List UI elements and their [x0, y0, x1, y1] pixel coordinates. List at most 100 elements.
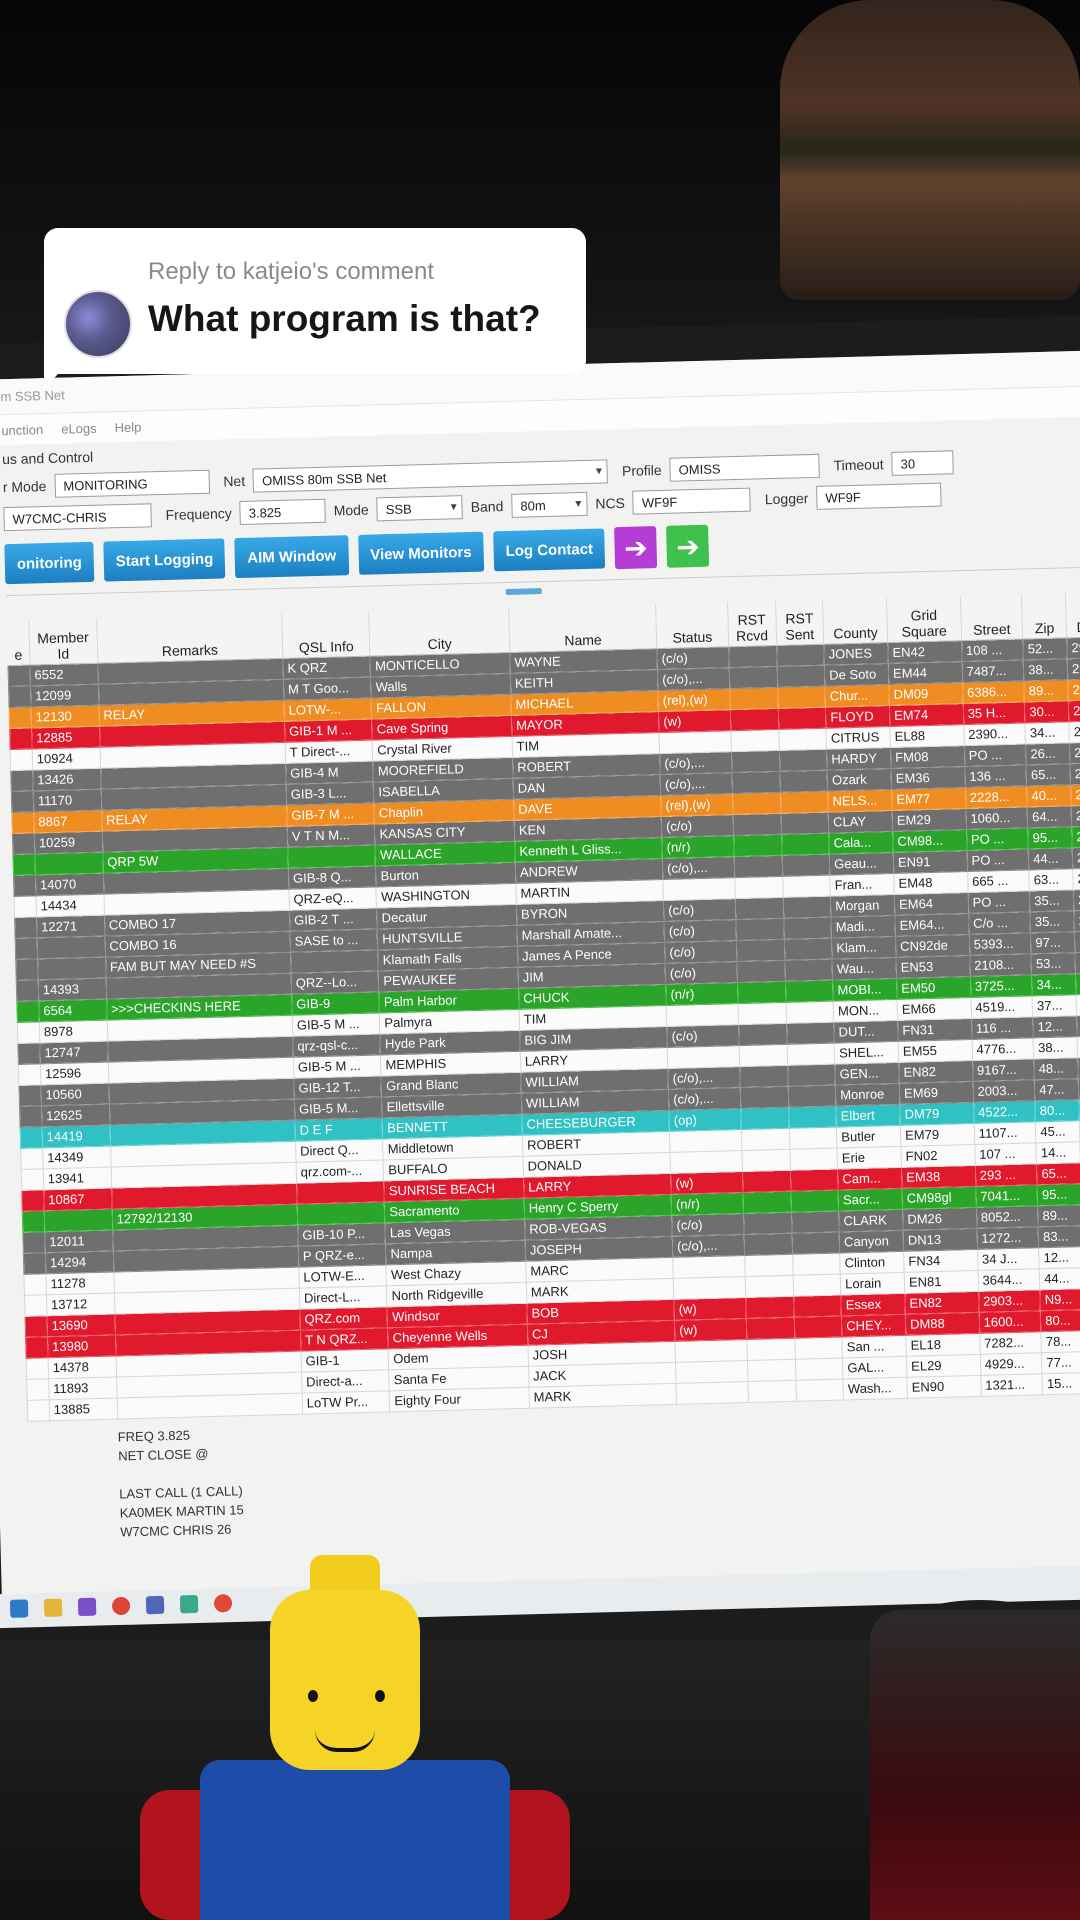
table-cell: LoTW Pr...: [301, 1390, 391, 1414]
table-cell: Cam...: [837, 1166, 903, 1190]
browser-icon[interactable]: [213, 1594, 233, 1613]
table-cell: DN13: [903, 1227, 978, 1251]
table-cell: [793, 1315, 843, 1338]
table-cell: [22, 1210, 45, 1232]
band-select[interactable]: 80m: [511, 491, 588, 518]
column-header[interactable]: County: [822, 598, 888, 644]
table-cell: Eighty Four: [389, 1386, 530, 1412]
table-cell: 8867: [33, 809, 102, 833]
table-cell: (c/o),...: [657, 667, 730, 691]
table-cell: EM36: [891, 766, 966, 790]
table-cell: EM74: [889, 703, 964, 727]
column-header[interactable]: Member Id: [28, 618, 98, 665]
table-cell: 12271: [36, 914, 105, 938]
ncs-field[interactable]: WF9F: [632, 487, 752, 515]
table-cell: 291: [1074, 930, 1080, 953]
logger-field[interactable]: WF9F: [816, 482, 942, 510]
table-cell: [11, 790, 34, 813]
mode-select[interactable]: SSB: [376, 495, 463, 522]
app-icon[interactable]: [179, 1594, 199, 1614]
table-cell: M T Goo...: [283, 676, 372, 700]
browser-icon[interactable]: [111, 1596, 131, 1616]
table-cell: [733, 854, 783, 878]
table-cell: [736, 959, 786, 983]
reply-comment-bubble[interactable]: Reply to katjeio's comment What program …: [44, 228, 586, 374]
splitter-grip[interactable]: [505, 588, 542, 596]
table-cell: [786, 1042, 835, 1065]
table-cell: 4776...: [971, 1037, 1034, 1060]
table-cell: CITRUS: [826, 726, 891, 749]
column-header[interactable]: RST Sent: [775, 599, 824, 645]
table-cell: 4929...: [979, 1352, 1043, 1375]
table-cell: 13712: [46, 1292, 115, 1316]
table-cell: 10259: [34, 830, 103, 854]
column-header[interactable]: Name: [508, 604, 657, 652]
table-cell: [739, 1085, 789, 1109]
callsign-field[interactable]: W7CMC-CHRIS: [3, 503, 152, 532]
table-cell: [15, 958, 39, 980]
log-contact-button[interactable]: Log Contact: [493, 528, 606, 572]
app-icon[interactable]: [145, 1595, 165, 1615]
table-cell: Fran...: [829, 872, 895, 896]
table-cell: [731, 749, 780, 773]
table-cell: qrz-qsl-c...: [292, 1033, 381, 1057]
folder-icon[interactable]: [43, 1598, 63, 1617]
table-cell: 6564: [38, 998, 107, 1022]
table-cell: 136 ...: [964, 764, 1027, 788]
table-cell: 34...: [1031, 973, 1077, 996]
table-cell: 35...: [1029, 889, 1074, 912]
aim-window-button[interactable]: AIM Window: [234, 535, 349, 579]
table-cell: [745, 1295, 794, 1319]
table-cell: [10, 748, 33, 771]
column-header[interactable]: Status: [655, 602, 729, 649]
column-header[interactable]: Grid Square: [886, 596, 962, 643]
table-cell: EN42: [887, 640, 962, 664]
table-cell: [666, 1003, 739, 1026]
table-cell: 14393: [38, 977, 107, 1001]
table-cell: (c/o),...: [662, 856, 735, 880]
table-cell: [738, 1043, 788, 1067]
start-logging-button[interactable]: Start Logging: [103, 538, 226, 582]
column-header[interactable]: DX: [1065, 592, 1080, 638]
table-cell: 64...: [1027, 805, 1072, 828]
view-monitors-button[interactable]: View Monitors: [357, 531, 485, 575]
frequency-field[interactable]: 3.825: [239, 498, 327, 525]
table-cell: [778, 748, 828, 771]
column-header[interactable]: Remarks: [96, 613, 283, 663]
monitoring-button[interactable]: onitoring: [4, 541, 95, 585]
column-header[interactable]: e: [6, 620, 30, 666]
profile-field[interactable]: OMISS: [669, 453, 820, 482]
column-header[interactable]: QSL Info: [281, 611, 371, 658]
arrow-right-icon[interactable]: ➔: [666, 524, 710, 568]
menu-help[interactable]: Help: [114, 420, 141, 443]
column-header[interactable]: RST Rcvd: [727, 601, 777, 647]
column-header[interactable]: Street: [960, 594, 1023, 641]
table-cell: [17, 1042, 41, 1064]
table-cell: [741, 1127, 790, 1151]
lego-eye: [375, 1690, 385, 1702]
table-cell: [794, 1336, 843, 1359]
table-cell: FM08: [890, 745, 965, 769]
menu-elogs[interactable]: eLogs: [61, 421, 97, 444]
arrow-right-icon[interactable]: ➔: [614, 526, 658, 570]
app-icon[interactable]: [9, 1599, 29, 1618]
timeout-field[interactable]: 30: [891, 450, 954, 476]
table-cell: [779, 769, 828, 792]
table-cell: 8978: [39, 1019, 108, 1043]
net-select[interactable]: OMISS 80m SSB Net: [252, 459, 609, 493]
table-cell: [18, 1084, 42, 1106]
table-cell: Essex: [840, 1292, 906, 1316]
table-cell: D E F: [294, 1117, 383, 1141]
menu-function[interactable]: unction: [1, 422, 43, 445]
column-header[interactable]: Zip: [1021, 593, 1067, 639]
monitor-mode-field[interactable]: MONITORING: [54, 469, 210, 498]
app-icon[interactable]: [77, 1597, 97, 1617]
table-cell: [741, 1148, 790, 1172]
column-header[interactable]: City: [369, 607, 510, 656]
table-cell: [675, 1359, 748, 1383]
table-cell: 38...: [1033, 1036, 1078, 1059]
table-cell: V T N M...: [287, 823, 376, 847]
table-cell: T Direct-...: [284, 739, 374, 763]
table-cell: 97...: [1030, 931, 1075, 954]
lego-eye: [308, 1690, 318, 1702]
